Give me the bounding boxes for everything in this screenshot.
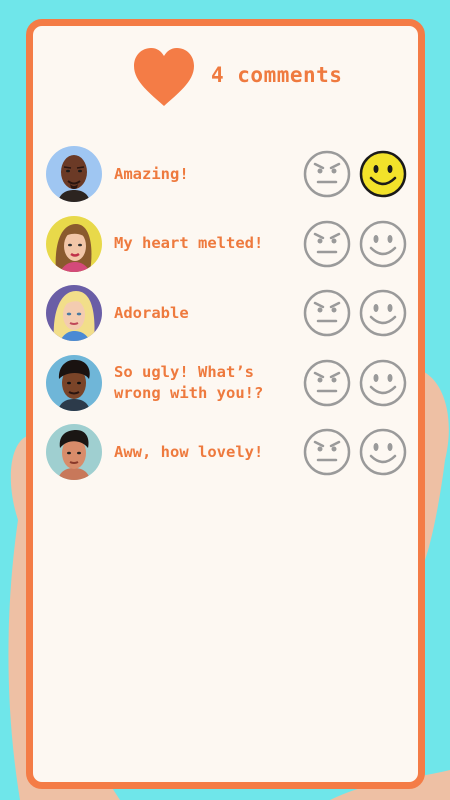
comment-row: Amazing! (33, 144, 418, 214)
bald-man-avatar (46, 146, 102, 202)
comment-row: My heart melted! (33, 214, 418, 284)
comment-text: Adorable (114, 303, 189, 322)
curly-hair-man-avatar (46, 354, 102, 411)
heart-icon (134, 48, 194, 106)
comment-text: My heart melted! (114, 234, 264, 252)
smiley-face-icon[interactable] (359, 359, 407, 407)
smiley-face-icon[interactable] (359, 428, 407, 476)
dark-hair-man-avatar (46, 424, 102, 480)
comment-row: Aww, how lovely! (33, 422, 418, 492)
comment-text: So ugly! What’s wrong with you!? (114, 362, 264, 402)
angry-face-icon[interactable] (303, 359, 351, 407)
phone-screen: 4 comments Amazing! My heart melted! Ado… (26, 19, 425, 789)
woman-brown-hair-avatar (46, 215, 102, 272)
angry-face-icon[interactable] (303, 428, 351, 476)
blonde-woman-avatar (46, 285, 102, 341)
smiley-face-icon-selected[interactable] (359, 150, 407, 198)
smiley-face-icon[interactable] (359, 289, 407, 337)
angry-face-icon[interactable] (303, 289, 351, 337)
angry-face-icon[interactable] (303, 220, 351, 268)
smiley-face-icon[interactable] (359, 220, 407, 268)
comment-text: Aww, how lovely! (114, 442, 264, 461)
comment-list: Amazing! My heart melted! Adorable So ug… (33, 144, 418, 492)
comment-text: Amazing! (114, 164, 189, 183)
angry-face-icon[interactable] (303, 150, 351, 198)
comment-row: So ugly! What’s wrong with you!? (33, 353, 418, 423)
comment-count: 4 comments (211, 63, 343, 87)
comment-row: Adorable (33, 283, 418, 353)
comments-header: 4 comments (33, 46, 418, 116)
